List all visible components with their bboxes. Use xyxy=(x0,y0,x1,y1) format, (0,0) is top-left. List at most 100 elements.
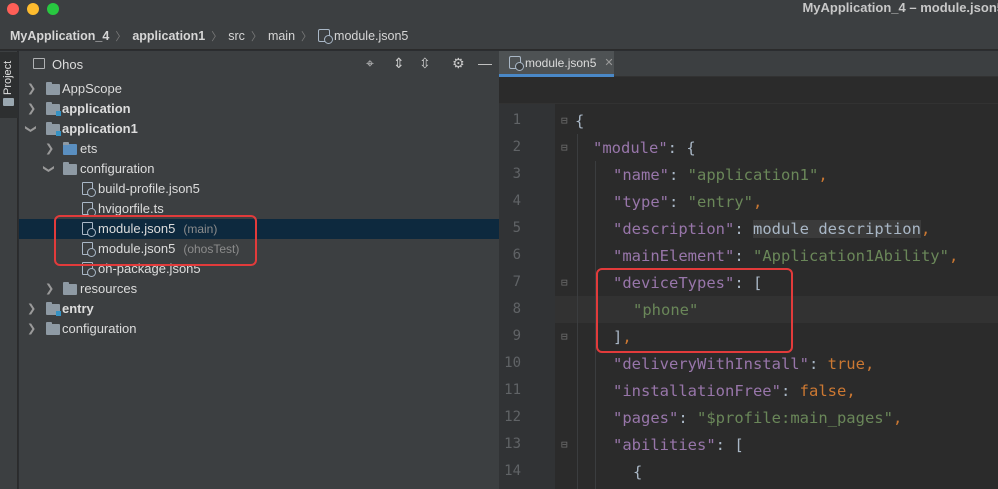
tree-item-label: AppScope xyxy=(62,81,122,96)
line-number: 11 xyxy=(504,382,521,398)
json5-file-icon xyxy=(82,182,96,197)
chevron-down-icon[interactable]: ❯ xyxy=(39,164,59,173)
zoom-window-button[interactable] xyxy=(47,3,59,15)
chevron-right-icon[interactable]: ❯ xyxy=(27,99,36,119)
locate-file-icon[interactable]: ⌖ xyxy=(366,56,374,70)
resources-folder-icon xyxy=(63,282,77,295)
chevron-right-icon[interactable]: ❯ xyxy=(27,319,36,339)
expand-all-icon[interactable]: ⇕ xyxy=(393,56,405,70)
json5-file-icon xyxy=(509,56,524,71)
tree-item-label: configuration xyxy=(62,321,137,336)
view-selector[interactable]: Ohos xyxy=(52,57,83,72)
tree-item-label: application xyxy=(62,101,131,116)
fold-marker-icon[interactable]: ⊟ xyxy=(561,438,568,451)
line-number: 13 xyxy=(504,436,521,452)
line-number: 5 xyxy=(512,220,521,236)
code-line-2: "module": { xyxy=(593,139,696,157)
code-line-3: "name": "application1", xyxy=(613,166,828,184)
code-line-10: "deliveryWithInstall": true, xyxy=(613,355,875,373)
fold-marker-icon[interactable]: ⊟ xyxy=(561,114,568,127)
json5-file-icon xyxy=(318,29,334,44)
breadcrumb-separator-icon: 〉 xyxy=(211,30,223,43)
tree-item-label: application1 xyxy=(62,121,138,136)
line-number: 1 xyxy=(512,112,521,128)
project-panel-header: Ohos ⌖ ⇕ ⇳ ⚙ — xyxy=(19,51,499,77)
tree-item-entry[interactable]: ❯ entry xyxy=(19,299,499,319)
chevron-right-icon[interactable]: ❯ xyxy=(45,279,54,299)
tree-item-label: configuration xyxy=(80,161,155,176)
code-line-6: "mainElement": "Application1Ability", xyxy=(613,247,959,265)
module-folder-icon xyxy=(46,122,61,136)
line-number: 6 xyxy=(512,247,521,263)
annotation-highlight-box xyxy=(596,268,793,353)
editor-tab-bar: module.json5 ✕ xyxy=(499,51,998,77)
folder-icon xyxy=(63,162,77,175)
line-number: 3 xyxy=(512,166,521,182)
source-folder-icon xyxy=(63,142,77,155)
ts-file-icon xyxy=(82,202,96,217)
editor-notification-strip xyxy=(499,77,998,104)
chevron-right-icon[interactable]: ❯ xyxy=(45,139,54,159)
breadcrumb-item-file[interactable]: module.json5 xyxy=(334,29,408,43)
minimize-window-button[interactable] xyxy=(27,3,39,15)
folder-icon xyxy=(46,82,60,95)
tab-module-json5[interactable]: module.json5 ✕ xyxy=(499,51,614,77)
folder-icon xyxy=(3,98,14,106)
breadcrumb-separator-icon: 〉 xyxy=(301,30,313,43)
tree-item-appscope[interactable]: ❯ AppScope xyxy=(19,79,499,99)
indent-guide xyxy=(577,134,578,489)
line-number: 4 xyxy=(512,193,521,209)
fold-marker-icon[interactable]: ⊟ xyxy=(561,276,568,289)
tree-item-label: build-profile.json5 xyxy=(98,181,200,196)
line-number: 2 xyxy=(512,139,521,155)
code-line-11: "installationFree": false, xyxy=(613,382,856,400)
tab-label: module.json5 xyxy=(525,55,597,70)
line-number: 14 xyxy=(504,463,521,479)
line-number: 10 xyxy=(504,355,521,371)
gear-icon[interactable]: ⚙ xyxy=(452,56,465,70)
module-folder-icon xyxy=(46,302,61,316)
breadcrumb-item-main[interactable]: main xyxy=(268,29,295,43)
title-bar: MyApplication_4 – module.json5 xyxy=(0,0,998,22)
tree-item-application[interactable]: ❯ application xyxy=(19,99,499,119)
breadcrumb-item-src[interactable]: src xyxy=(228,29,245,43)
line-number: 12 xyxy=(504,409,521,425)
tree-item-configuration[interactable]: ❯ configuration xyxy=(19,159,499,179)
tree-item-label: entry xyxy=(62,301,94,316)
tree-item-label: resources xyxy=(80,281,138,296)
chevron-down-icon[interactable]: ❯ xyxy=(21,124,41,133)
ohos-view-icon xyxy=(33,58,45,69)
code-line-4: "type": "entry", xyxy=(613,193,763,211)
window-title: MyApplication_4 – module.json5 xyxy=(802,0,998,15)
code-line-5: "description": module description, xyxy=(613,220,931,238)
line-number-gutter xyxy=(499,104,555,489)
close-icon[interactable]: ✕ xyxy=(604,56,613,69)
line-number: 8 xyxy=(512,301,521,317)
line-number: 7 xyxy=(512,274,521,290)
code-line-14: { xyxy=(633,463,643,481)
tree-item-ets[interactable]: ❯ ets xyxy=(19,139,499,159)
tree-item-configuration-root[interactable]: ❯ configuration xyxy=(19,319,499,339)
breadcrumb-separator-icon: 〉 xyxy=(115,30,127,43)
code-editor[interactable]: 1 2 3 4 5 6 7 8 9 10 11 12 13 14 ⊟ ⊟ ⊟ ⊟… xyxy=(499,104,998,489)
tree-item-build-profile[interactable]: build-profile.json5 xyxy=(19,179,499,199)
hide-panel-icon[interactable]: — xyxy=(478,56,492,70)
annotation-highlight-box xyxy=(54,215,257,266)
chevron-right-icon[interactable]: ❯ xyxy=(27,299,36,319)
tree-item-label: ets xyxy=(80,141,98,156)
folder-icon xyxy=(46,322,60,335)
breadcrumb-item-module[interactable]: application1 xyxy=(132,29,205,43)
chevron-right-icon[interactable]: ❯ xyxy=(27,79,36,99)
close-window-button[interactable] xyxy=(7,3,19,15)
tree-item-resources[interactable]: ❯ resources xyxy=(19,279,499,299)
collapse-all-icon[interactable]: ⇳ xyxy=(419,56,431,70)
code-line-12: "pages": "$profile:main_pages", xyxy=(613,409,903,427)
code-line-13: "abilities": [ xyxy=(613,436,744,454)
breadcrumb: MyApplication_4 〉 application1 〉 src 〉 m… xyxy=(0,22,998,50)
fold-marker-icon[interactable]: ⊟ xyxy=(561,330,568,343)
fold-marker-icon[interactable]: ⊟ xyxy=(561,141,568,154)
tree-item-application1[interactable]: ❯ application1 xyxy=(19,119,499,139)
breadcrumb-item-project[interactable]: MyApplication_4 xyxy=(10,29,109,43)
project-tool-tab-label: Project xyxy=(2,60,14,95)
module-folder-icon xyxy=(46,102,61,116)
